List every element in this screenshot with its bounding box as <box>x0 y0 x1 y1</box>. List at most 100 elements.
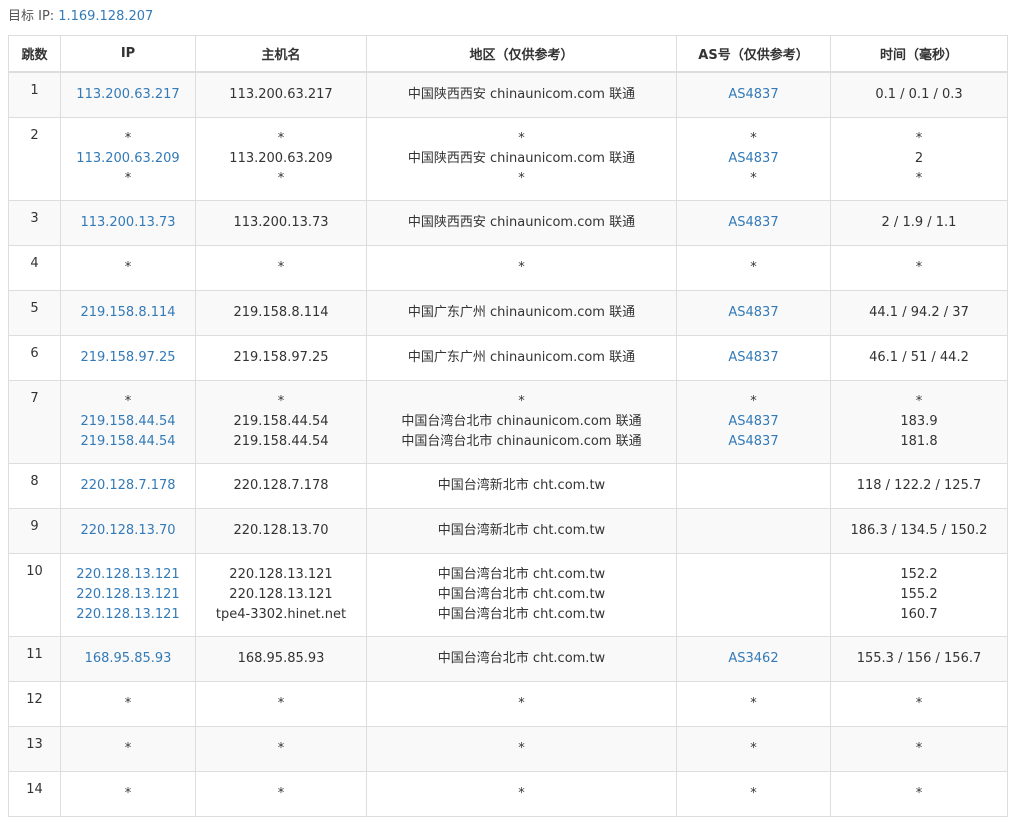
time-value: 2 / 1.9 / 1.1 <box>881 215 957 230</box>
hostname-cell: * 113.200.63.209 * <box>195 117 367 201</box>
host-value: 220.128.7.178 <box>233 478 329 493</box>
table-row: 10 220.128.13.121 220.128.13.121 220.128.13… <box>8 553 1008 637</box>
table-row: 8 220.128.7.178 220.128.7.178 中国台湾新北市 cht.c… <box>8 463 1008 509</box>
region-cell: 中国台湾新北市 cht.com.tw <box>366 508 677 554</box>
table-row: 4 * * * * * <box>8 245 1008 291</box>
table-row: 5 219.158.8.114 219.158.8.114 中国广东广州 chinau… <box>8 290 1008 336</box>
column-header-time: 时间（毫秒） <box>830 35 1008 73</box>
ip-cell: 220.128.13.121 220.128.13.121 220.128.13.1… <box>60 553 196 637</box>
as-cell: * AS4837 * <box>676 117 831 201</box>
target-ip-label: 目标 IP: <box>8 9 55 24</box>
region-value: 中国陕西西安 chinaunicom.com 联通 <box>407 151 636 166</box>
region-cell: 中国台湾台北市 cht.com.tw 中国台湾台北市 cht.com.tw 中国台湾… <box>366 553 677 637</box>
as-value: * <box>750 394 757 409</box>
host-value: * <box>277 786 285 801</box>
host-value: 219.158.97.25 <box>233 350 329 365</box>
region-cell: 中国台湾台北市 cht.com.tw <box>366 636 677 682</box>
table-row: 12 * * * * * <box>8 681 1008 727</box>
hop-cell: 4 <box>8 245 61 291</box>
region-value: * <box>518 260 525 275</box>
region-value: 中国台湾新北市 cht.com.tw <box>437 478 606 493</box>
ip-value: * <box>124 260 132 275</box>
ip-cell: 219.158.8.114 <box>60 290 196 336</box>
hop-cell: 6 <box>8 335 61 381</box>
time-cell: * <box>830 245 1008 291</box>
region-value: 中国广东广州 chinaunicom.com 联通 <box>407 350 636 365</box>
target-ip-link[interactable]: 1.169.128.207 <box>58 9 153 24</box>
region-cell: * <box>366 245 677 291</box>
time-value: 0.1 / 0.1 / 0.3 <box>875 87 963 102</box>
region-cell: * <box>366 681 677 727</box>
region-value: 中国台湾台北市 cht.com.tw <box>437 567 606 582</box>
ip-link[interactable]: 220.128.13.121 <box>61 565 195 585</box>
as-link[interactable]: AS4837 <box>677 412 830 432</box>
host-value: 113.200.13.73 <box>233 215 329 230</box>
column-header-hop: 跳数 <box>8 35 61 73</box>
as-cell: * AS4837 AS4837 <box>676 380 831 464</box>
region-cell: 中国台湾新北市 cht.com.tw <box>366 463 677 509</box>
time-value: 160.7 <box>900 607 938 622</box>
as-link[interactable]: AS4837 <box>677 348 830 368</box>
ip-link[interactable]: 219.158.44.54 <box>61 412 195 432</box>
ip-link[interactable]: 220.128.13.121 <box>61 605 195 625</box>
ip-link[interactable]: 113.200.63.209 <box>61 149 195 169</box>
table-header-row: 跳数 IP 主机名 地区（仅供参考） AS号（仅供参考） 时间（毫秒） <box>8 35 1008 73</box>
as-cell: AS4837 <box>676 200 831 246</box>
target-ip-line: 目标 IP: 1.169.128.207 <box>8 7 153 27</box>
time-cell: 152.2 155.2 160.7 <box>830 553 1008 637</box>
time-cell: 46.1 / 51 / 44.2 <box>830 335 1008 381</box>
time-cell: 118 / 122.2 / 125.7 <box>830 463 1008 509</box>
ip-cell: 220.128.7.178 <box>60 463 196 509</box>
as-cell: AS4837 <box>676 71 831 118</box>
region-cell: * 中国台湾台北市 chinaunicom.com 联通 中国台湾台北市 china… <box>366 380 677 464</box>
table-row: 9 220.128.13.70 220.128.13.70 中国台湾新北市 cht.c… <box>8 508 1008 554</box>
hop-cell: 3 <box>8 200 61 246</box>
hostname-cell: 168.95.85.93 <box>195 636 367 682</box>
as-link[interactable]: AS4837 <box>677 85 830 105</box>
ip-link[interactable]: 219.158.8.114 <box>61 303 195 323</box>
time-value: * <box>915 394 923 409</box>
time-cell: 44.1 / 94.2 / 37 <box>830 290 1008 336</box>
ip-cell: * <box>60 726 196 772</box>
as-link[interactable]: AS4837 <box>677 432 830 452</box>
as-value: * <box>750 171 757 186</box>
ip-link[interactable]: 168.95.85.93 <box>61 649 195 669</box>
as-value: * <box>750 131 757 146</box>
hostname-cell: 113.200.63.217 <box>195 71 367 118</box>
time-cell: * 2 * <box>830 117 1008 201</box>
column-header-hostname: 主机名 <box>195 35 367 73</box>
as-link[interactable]: AS3462 <box>677 649 830 669</box>
ip-link[interactable]: 219.158.97.25 <box>61 348 195 368</box>
time-cell: * <box>830 726 1008 772</box>
ip-cell: 220.128.13.70 <box>60 508 196 554</box>
region-value: 中国陕西西安 chinaunicom.com 联通 <box>407 215 636 230</box>
time-cell: 186.3 / 134.5 / 150.2 <box>830 508 1008 554</box>
ip-link[interactable]: 113.200.63.217 <box>61 85 195 105</box>
ip-link[interactable]: 219.158.44.54 <box>61 432 195 452</box>
region-cell: 中国陕西西安 chinaunicom.com 联通 <box>366 200 677 246</box>
ip-cell: * <box>60 681 196 727</box>
host-value: * <box>277 260 285 275</box>
ip-cell: 113.200.63.217 <box>60 71 196 118</box>
table-row: 2 * 113.200.63.209 * * 113.200.63.209 * * 中国陕西西安… <box>8 117 1008 201</box>
table-row: 14 * * * * * <box>8 771 1008 817</box>
host-value: * <box>277 171 285 186</box>
region-value: 中国广东广州 chinaunicom.com 联通 <box>407 305 636 320</box>
time-value: 186.3 / 134.5 / 150.2 <box>850 523 988 538</box>
ip-link[interactable]: 220.128.13.121 <box>61 585 195 605</box>
ip-cell: * 219.158.44.54 219.158.44.54 <box>60 380 196 464</box>
as-link[interactable]: AS4837 <box>677 303 830 323</box>
ip-link[interactable]: 220.128.7.178 <box>61 476 195 496</box>
region-value: 中国台湾新北市 cht.com.tw <box>437 523 606 538</box>
ip-value: * <box>124 131 132 146</box>
as-value: * <box>750 696 757 711</box>
hostname-cell: * <box>195 771 367 817</box>
region-value: 中国台湾台北市 chinaunicom.com 联通 <box>401 414 642 429</box>
time-value: * <box>915 786 923 801</box>
ip-link[interactable]: 113.200.13.73 <box>61 213 195 233</box>
as-link[interactable]: AS4837 <box>677 213 830 233</box>
region-value: * <box>518 171 525 186</box>
table-row: 13 * * * * * <box>8 726 1008 772</box>
as-link[interactable]: AS4837 <box>677 149 830 169</box>
ip-link[interactable]: 220.128.13.70 <box>61 521 195 541</box>
